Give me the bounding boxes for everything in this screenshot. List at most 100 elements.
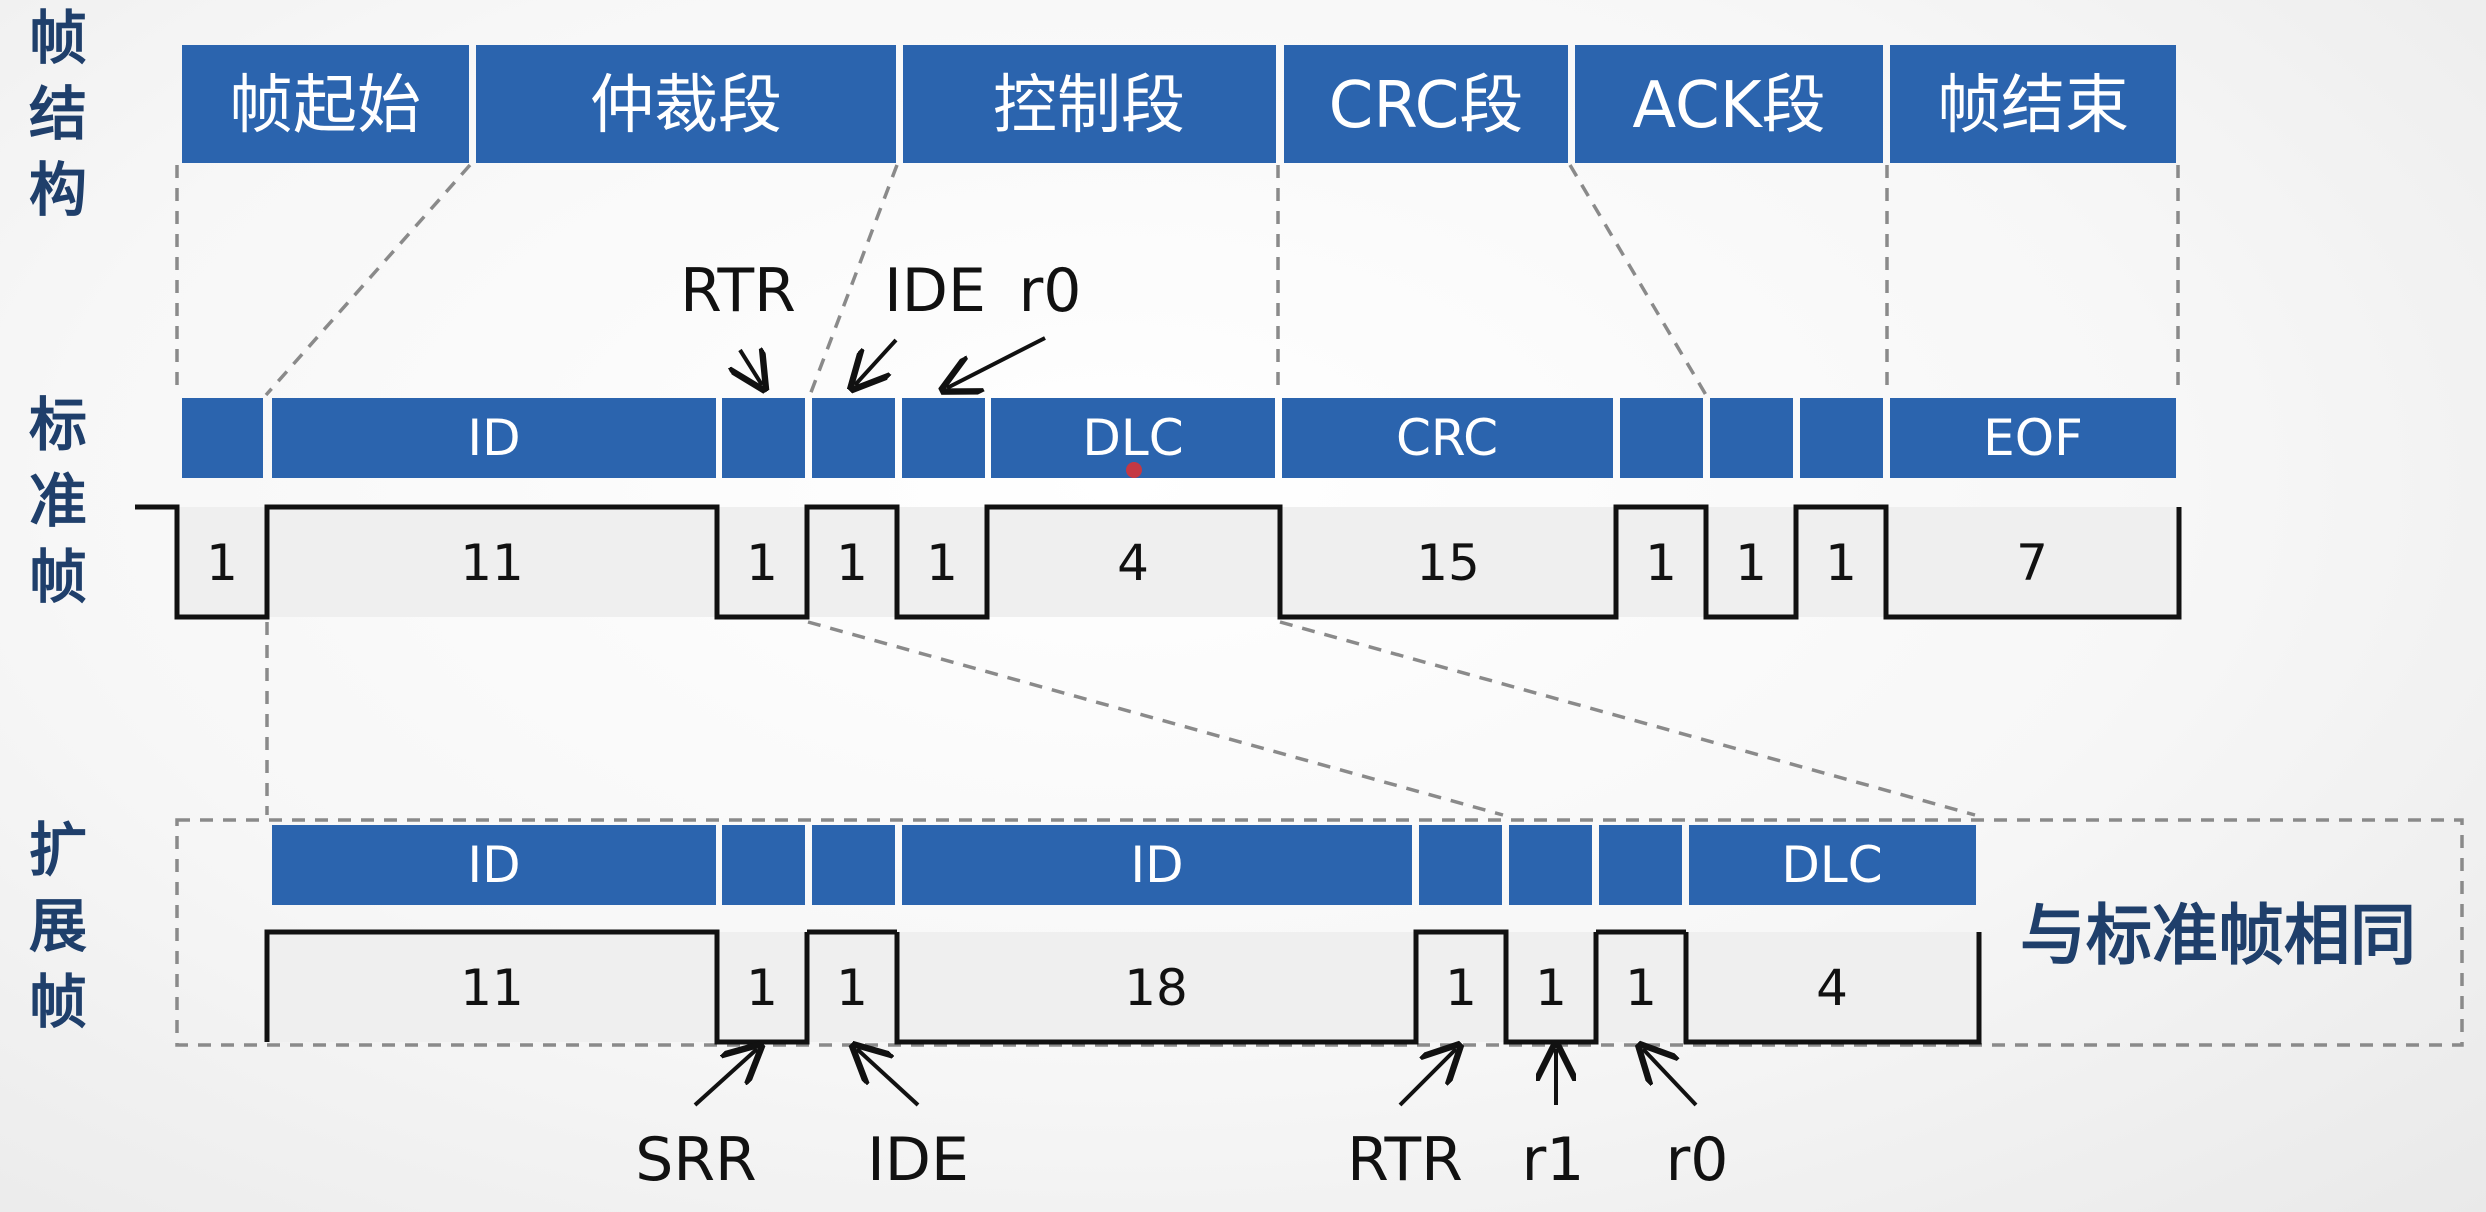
- field-box: [812, 825, 895, 905]
- r0-arrow-icon: [947, 336, 1046, 388]
- field-box: [1509, 825, 1592, 905]
- std-field-eof: EOF: [1890, 398, 2176, 478]
- extended-frame-fields: ID ID DLC: [272, 825, 1976, 905]
- bit-count: 7: [2016, 534, 2048, 592]
- field-box: [1599, 825, 1682, 905]
- label-char: 展: [29, 892, 87, 960]
- r0-arrow-icon: [1643, 1049, 1698, 1107]
- bit-count: 1: [1535, 959, 1567, 1017]
- bit-count: 1: [1825, 534, 1857, 592]
- rtr-annotation: RTR: [1347, 1125, 1463, 1195]
- std-field-sof: [182, 398, 263, 478]
- bit-count: 1: [836, 534, 868, 592]
- srr-annotation: SRR: [635, 1125, 756, 1195]
- std-field-rtr: [722, 398, 805, 478]
- section-eof: 帧结束: [1890, 45, 2176, 163]
- field-box: [902, 398, 985, 478]
- section-label: ACK段: [1632, 69, 1825, 143]
- srr-arrow-icon: [693, 1049, 757, 1107]
- connector-line: [1279, 620, 1976, 817]
- bit-count: 1: [1445, 959, 1477, 1017]
- ide-annotation: IDE: [867, 1125, 969, 1195]
- section-arbitration: 仲裁段: [476, 45, 896, 163]
- cursor-marker: [1126, 462, 1142, 478]
- ext-field-dlc: DLC: [1689, 825, 1976, 905]
- section-label: 帧结束: [1937, 69, 2129, 143]
- field-label: ID: [467, 409, 520, 467]
- std-field-r0: [902, 398, 985, 478]
- r0-annotation: r0: [1666, 1125, 1729, 1195]
- bit-count: 1: [1645, 534, 1677, 592]
- field-box: [1800, 398, 1883, 478]
- bit-count: 1: [1735, 534, 1767, 592]
- r1-annotation: r1: [1522, 1125, 1585, 1195]
- standard-frame-fields: ID DLC CRC EOF: [182, 398, 2176, 478]
- field-label: CRC: [1396, 409, 1498, 467]
- bit-count: 1: [926, 534, 958, 592]
- label-char: 构: [29, 156, 87, 224]
- std-field-crc: CRC: [1282, 398, 1613, 478]
- field-box: [1620, 398, 1703, 478]
- std-field-ack-slot: [1710, 398, 1793, 478]
- bit-count: 4: [1816, 959, 1848, 1017]
- bit-count: 1: [206, 534, 238, 592]
- extended-annotations: SRR IDE RTR r1 r0: [635, 1049, 1728, 1195]
- label-char: 结: [29, 80, 87, 148]
- ide-arrow-icon: [855, 338, 898, 385]
- field-box: [1419, 825, 1502, 905]
- section-control: 控制段: [903, 45, 1276, 163]
- bit-count: 11: [460, 534, 524, 592]
- extended-frame-bits: 11 1 1 18 1 1 1 4: [264, 929, 1982, 1045]
- bit-count: 1: [836, 959, 868, 1017]
- field-box: [722, 825, 805, 905]
- std-field-ide: [812, 398, 895, 478]
- bit-count: 18: [1124, 959, 1188, 1017]
- bit-count: 1: [1625, 959, 1657, 1017]
- section-sof: 帧起始: [182, 45, 469, 163]
- standard-annotations: RTR IDE r0: [680, 256, 1081, 388]
- field-label: EOF: [1983, 409, 2083, 467]
- std-field-crc-delimiter: [1620, 398, 1703, 478]
- standard-frame-label: 标 准 帧: [29, 391, 87, 611]
- standard-frame-bits: 1 11 1 1 1 4 15 1 1 1 7: [135, 504, 2182, 620]
- rtr-annotation: RTR: [680, 256, 796, 326]
- field-box: [812, 398, 895, 478]
- field-label: ID: [467, 836, 520, 894]
- ext-field-srr: [722, 825, 805, 905]
- label-char: 标: [29, 391, 87, 459]
- can-frame-diagram: 帧 结 构 标 准 帧 扩 展 帧 帧起始 仲裁段 控制段 CRC段 ACK段 …: [29, 4, 2464, 1195]
- label-char: 帧: [29, 968, 87, 1036]
- extended-frame-label: 扩 展 帧: [29, 816, 87, 1036]
- field-box: [722, 398, 805, 478]
- connector-line: [1568, 164, 1708, 396]
- field-label: DLC: [1781, 836, 1882, 894]
- section-ack: ACK段: [1575, 45, 1883, 163]
- bit-count: 4: [1117, 534, 1149, 592]
- ext-field-r0: [1599, 825, 1682, 905]
- rtr-arrow-icon: [1398, 1049, 1456, 1107]
- frame-structure-label: 帧 结 构: [29, 4, 87, 224]
- bit-count: 1: [746, 534, 778, 592]
- rtr-arrow-icon: [740, 350, 762, 385]
- section-label: 仲裁段: [590, 69, 782, 143]
- section-label: 帧起始: [229, 69, 421, 143]
- ext-field-r1: [1509, 825, 1592, 905]
- section-label: CRC段: [1329, 69, 1524, 143]
- field-box: [1710, 398, 1793, 478]
- ext-field-rtr: [1419, 825, 1502, 905]
- connector-line: [264, 163, 472, 397]
- label-char: 帧: [29, 4, 87, 72]
- bit-count: 15: [1416, 534, 1480, 592]
- section-crc: CRC段: [1284, 45, 1568, 163]
- bit-count: 1: [746, 959, 778, 1017]
- connector-line: [807, 620, 1504, 817]
- field-label: ID: [1130, 836, 1183, 894]
- std-field-id: ID: [272, 398, 716, 478]
- ext-field-id-base: ID: [272, 825, 716, 905]
- same-as-standard-note: 与标准帧相同: [2020, 897, 2416, 974]
- r0-annotation: r0: [1019, 256, 1082, 326]
- field-box: [182, 398, 263, 478]
- label-char: 准: [29, 467, 87, 535]
- std-field-ack-delimiter: [1800, 398, 1883, 478]
- ext-field-id-extension: ID: [902, 825, 1412, 905]
